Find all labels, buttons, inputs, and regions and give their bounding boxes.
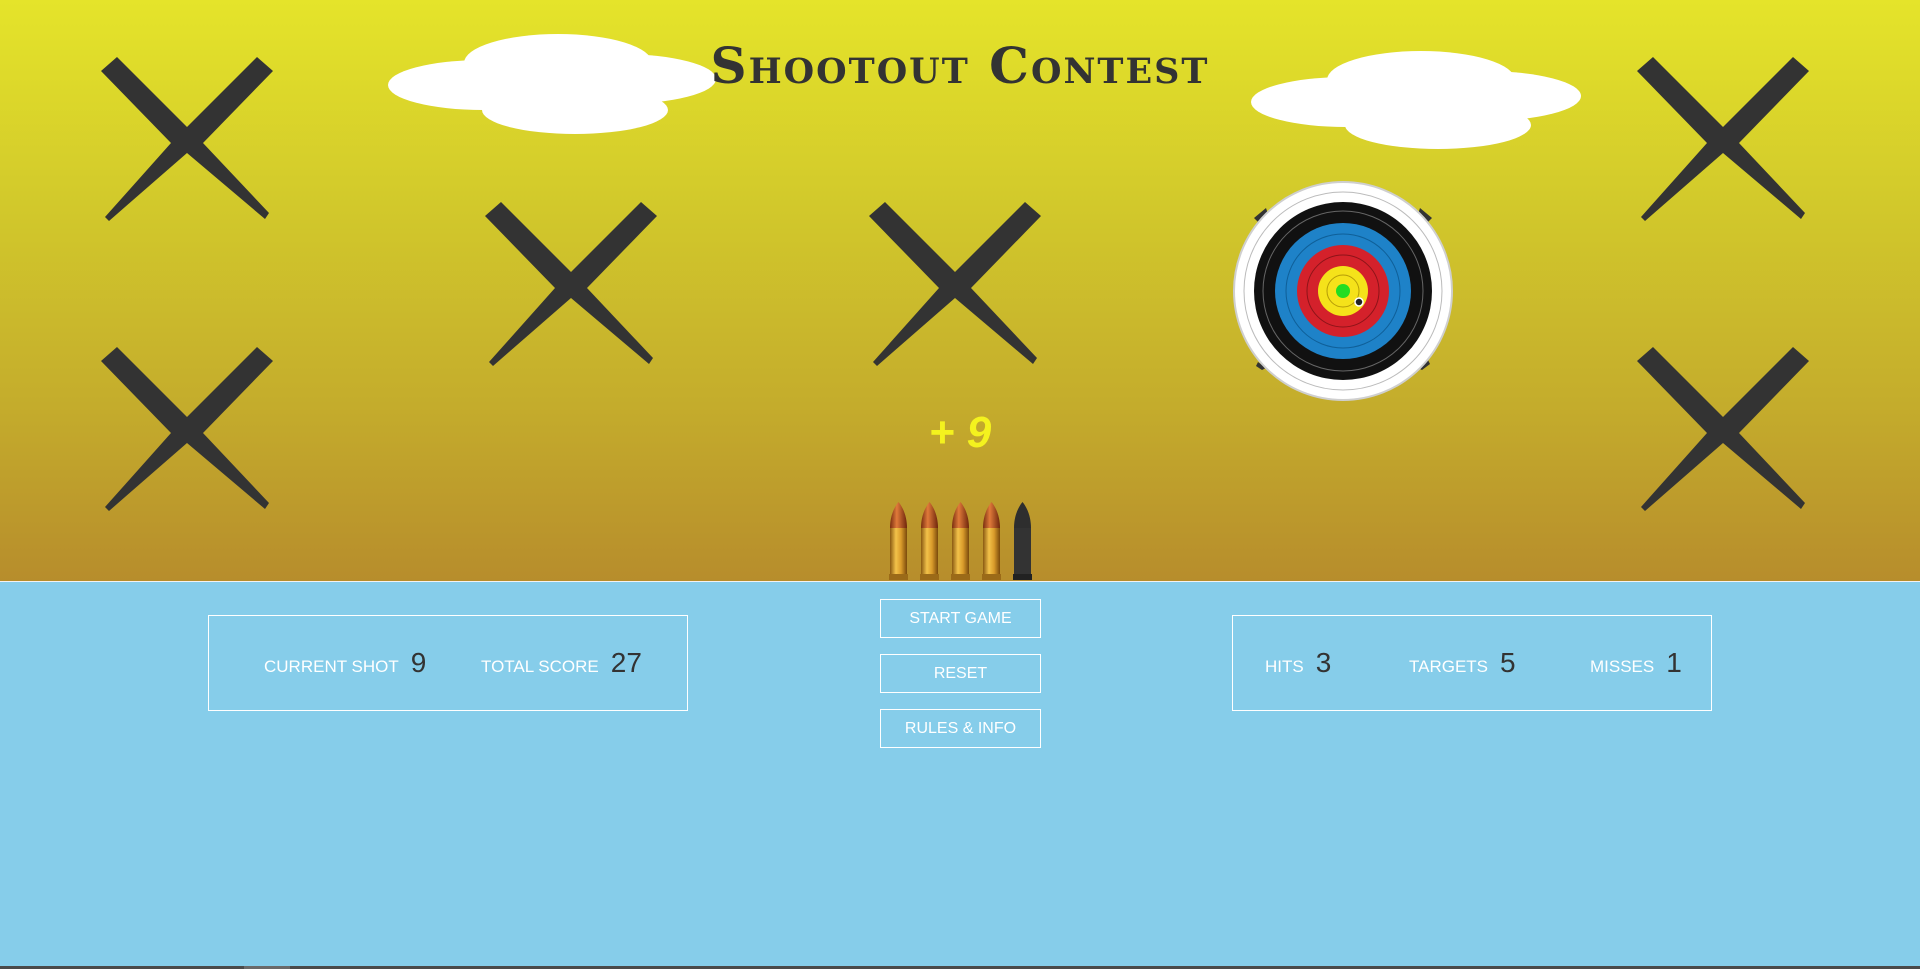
target-top-right-x-mark-icon[interactable] — [1633, 53, 1813, 233]
total-score-value: 27 — [610, 647, 642, 678]
bullet-icon — [917, 502, 942, 580]
target-bottom-left-x-mark-icon[interactable] — [97, 343, 277, 523]
start-game-button[interactable]: START GAME — [880, 599, 1041, 638]
current-shot-label: CURRENT SHOT — [264, 657, 399, 676]
misses-stat: MISSES 1 — [1590, 647, 1682, 679]
stats-panel: HITS 3 TARGETS 5 MISSES 1 — [1232, 615, 1712, 711]
rules-info-button[interactable]: RULES & INFO — [880, 709, 1041, 748]
hits-stat: HITS 3 — [1265, 647, 1331, 679]
game-title: Shootout Contest — [710, 36, 1210, 95]
bullet-icon — [979, 502, 1004, 580]
ammo-display — [886, 502, 1035, 580]
total-score-label: TOTAL SCORE — [481, 657, 599, 676]
current-shot-stat: CURRENT SHOT 9 — [264, 647, 426, 679]
target-top-left-x-mark-icon[interactable] — [97, 53, 277, 233]
misses-value: 1 — [1666, 647, 1682, 678]
targets-label: TARGETS — [1409, 657, 1489, 676]
total-score-stat: TOTAL SCORE 27 — [481, 647, 642, 679]
bullet-icon — [886, 502, 911, 580]
hits-label: HITS — [1265, 657, 1304, 676]
hud: CURRENT SHOT 9 TOTAL SCORE 27 START GAME… — [0, 581, 1920, 969]
target-bottom-right-x-mark-icon[interactable] — [1633, 343, 1813, 523]
bullet-icon — [948, 502, 973, 580]
score-panel: CURRENT SHOT 9 TOTAL SCORE 27 — [208, 615, 688, 711]
reset-button[interactable]: RESET — [880, 654, 1041, 693]
target-middle-center-x-mark-icon[interactable] — [865, 198, 1045, 378]
archery-target-icon[interactable] — [1232, 180, 1454, 402]
current-shot-value: 9 — [410, 647, 427, 678]
targets-stat: TARGETS 5 — [1409, 647, 1516, 679]
target-middle-left-x-mark-icon[interactable] — [481, 198, 661, 378]
targets-value: 5 — [1500, 647, 1516, 678]
hits-value: 3 — [1315, 647, 1332, 678]
game-area[interactable]: Shootout Contest + 9 — [0, 0, 1920, 581]
misses-label: MISSES — [1590, 657, 1655, 676]
spent-bullet-icon — [1010, 502, 1035, 580]
shot-score-popup: + 9 — [928, 408, 992, 457]
